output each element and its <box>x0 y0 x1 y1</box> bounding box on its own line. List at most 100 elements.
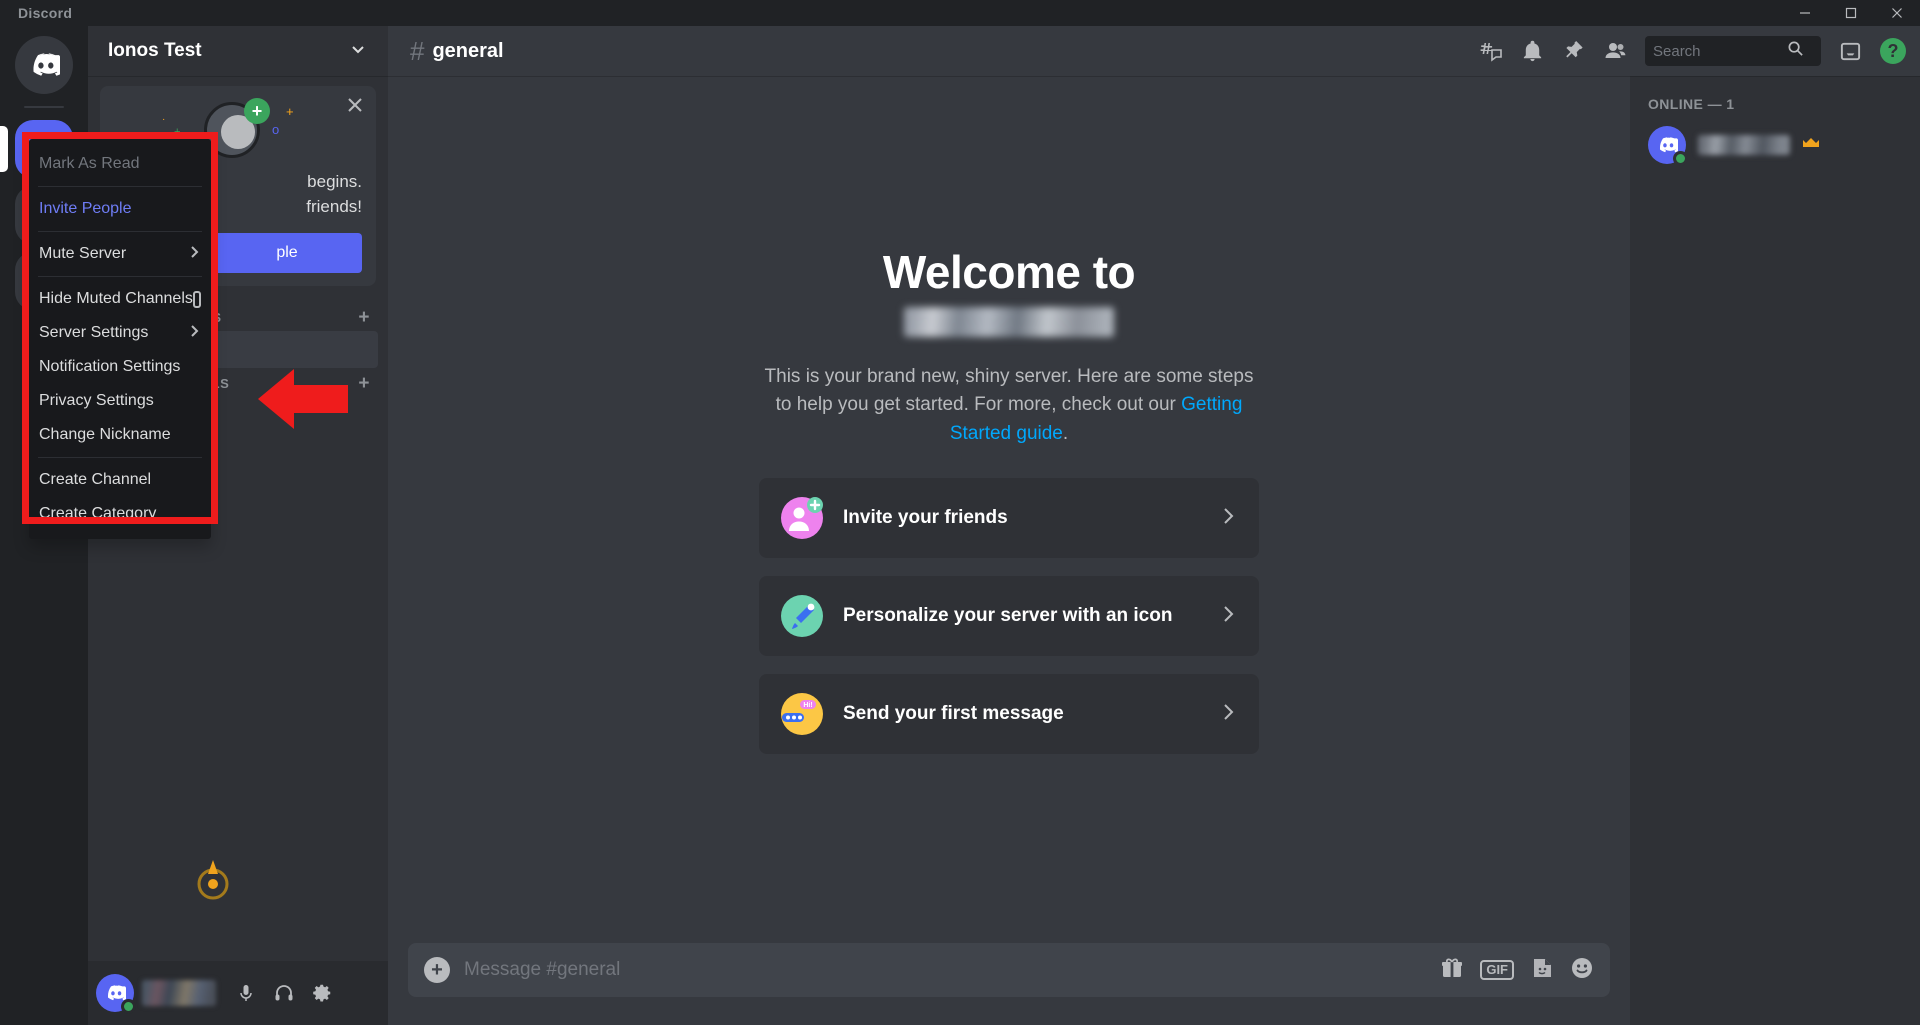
gif-icon[interactable]: GIF <box>1480 960 1514 981</box>
menu-item-label: Server Settings <box>39 324 148 342</box>
menu-item-label: Mark As Read <box>39 155 139 173</box>
annotation-arrow-icon <box>256 368 348 435</box>
menu-item-create-channel[interactable]: Create Channel <box>29 463 211 497</box>
message-composer: + GIF <box>388 943 1630 1025</box>
menu-item-label: Notification Settings <box>39 358 180 376</box>
welcome-panel: Welcome to This is your brand new, shiny… <box>388 76 1630 943</box>
sticker-icon[interactable] <box>1530 956 1554 985</box>
menu-item-label: Hide Muted Channels <box>39 290 193 308</box>
menu-item-invite-people[interactable]: Invite People <box>29 192 211 226</box>
card-send-first-message[interactable]: Hi! Send your first message <box>759 674 1259 754</box>
help-icon[interactable]: ? <box>1880 38 1906 64</box>
plus-circle-icon[interactable]: + <box>424 957 450 983</box>
page-title: general <box>432 40 503 63</box>
chevron-right-icon <box>187 245 201 263</box>
search-box[interactable] <box>1645 36 1821 66</box>
rail-divider <box>24 106 64 108</box>
menu-divider <box>38 186 202 187</box>
menu-divider <box>38 457 202 458</box>
server-context-menu: Mark As Read Invite People Mute Server H… <box>29 139 211 539</box>
home-button[interactable] <box>15 36 73 94</box>
threads-icon[interactable] <box>1479 39 1503 63</box>
discord-window: Discord IT Ionos Te <box>0 0 1920 1025</box>
title-bar: Discord <box>0 0 1920 26</box>
paintbrush-icon <box>779 593 825 639</box>
card-invite-friends[interactable]: Invite your friends <box>759 478 1259 558</box>
menu-item-notification-settings[interactable]: Notification Settings <box>29 350 211 384</box>
server-header-button[interactable]: Ionos Test <box>88 26 388 76</box>
invite-people-button[interactable]: ple <box>212 233 362 273</box>
member-name-redacted <box>1698 135 1790 155</box>
menu-divider <box>38 231 202 232</box>
welcome-description-part2: . <box>1063 423 1068 444</box>
window-controls <box>1782 0 1920 26</box>
app-title: Discord <box>0 5 72 21</box>
chevron-right-icon <box>1217 701 1239 728</box>
add-voice-channel-icon[interactable]: + <box>358 374 370 393</box>
bell-icon[interactable] <box>1521 40 1544 63</box>
svg-text:Hi!: Hi! <box>803 702 812 709</box>
maximize-icon[interactable] <box>1828 0 1874 26</box>
menu-item-label: Create Category <box>39 505 156 523</box>
menu-item-label: Invite People <box>39 200 132 218</box>
gear-icon[interactable] <box>306 977 338 1009</box>
card-label: Personalize your server with an icon <box>843 605 1172 627</box>
list-item[interactable] <box>1640 118 1910 172</box>
menu-item-label: Privacy Settings <box>39 392 154 410</box>
search-icon[interactable] <box>1787 40 1804 62</box>
menu-item-label: Mute Server <box>39 245 126 263</box>
search-input[interactable] <box>1653 43 1781 60</box>
server-boost-icon[interactable] <box>188 844 238 905</box>
username-redacted <box>142 980 216 1006</box>
microphone-icon[interactable] <box>230 977 262 1009</box>
chevron-right-icon <box>1217 505 1239 532</box>
sparkle-icon: + <box>286 104 294 119</box>
menu-item-mark-as-read[interactable]: Mark As Read <box>29 147 211 181</box>
menu-item-server-settings[interactable]: Server Settings <box>29 316 211 350</box>
menu-item-label: Create Channel <box>39 471 151 489</box>
invite-friends-icon <box>779 495 825 541</box>
menu-item-label: Change Nickname <box>39 426 171 444</box>
card-personalize-server[interactable]: Personalize your server with an icon <box>759 576 1259 656</box>
member-list-heading: ONLINE — 1 <box>1640 96 1910 112</box>
card-label: Invite your friends <box>843 507 1008 529</box>
add-channel-icon[interactable]: + <box>358 308 370 327</box>
message-input[interactable] <box>464 959 1426 981</box>
pin-icon[interactable] <box>1562 40 1585 63</box>
user-panel <box>88 961 388 1025</box>
member-list: ONLINE — 1 <box>1630 76 1920 1025</box>
card-label: Send your first message <box>843 703 1064 725</box>
chevron-right-icon <box>187 324 201 342</box>
inbox-icon[interactable] <box>1839 40 1862 63</box>
menu-item-mute-server[interactable]: Mute Server <box>29 237 211 271</box>
avatar[interactable] <box>96 974 134 1012</box>
sparkle-dot-icon: o <box>272 122 279 137</box>
chevron-down-icon[interactable] <box>348 39 368 64</box>
headphones-icon[interactable] <box>268 977 300 1009</box>
gift-icon[interactable] <box>1440 956 1464 985</box>
hash-icon: # <box>410 36 424 67</box>
onboarding-cards: Invite your friends <box>759 478 1259 754</box>
server-name-redacted <box>904 307 1114 337</box>
active-server-indicator <box>0 126 8 172</box>
crown-icon <box>1802 136 1820 155</box>
channel-topbar: # general <box>388 26 1920 76</box>
sparkle-icon-2: + <box>174 126 180 138</box>
menu-divider <box>38 276 202 277</box>
add-person-icon: + <box>244 98 270 124</box>
members-icon[interactable] <box>1603 39 1627 63</box>
menu-item-hide-muted-channels[interactable]: Hide Muted Channels <box>29 282 211 316</box>
menu-item-create-category[interactable]: Create Category <box>29 497 211 531</box>
close-icon[interactable] <box>1874 0 1920 26</box>
checkbox[interactable] <box>193 291 201 308</box>
minimize-icon[interactable] <box>1782 0 1828 26</box>
status-badge-online <box>1673 151 1688 166</box>
welcome-title: Welcome to <box>883 245 1135 299</box>
chevron-right-icon <box>1217 603 1239 630</box>
server-name: Ionos Test <box>108 40 202 62</box>
menu-item-change-nickname[interactable]: Change Nickname <box>29 418 211 452</box>
discord-home-icon <box>28 53 60 77</box>
avatar[interactable] <box>1648 126 1686 164</box>
emoji-icon[interactable] <box>1570 956 1594 985</box>
menu-item-privacy-settings[interactable]: Privacy Settings <box>29 384 211 418</box>
